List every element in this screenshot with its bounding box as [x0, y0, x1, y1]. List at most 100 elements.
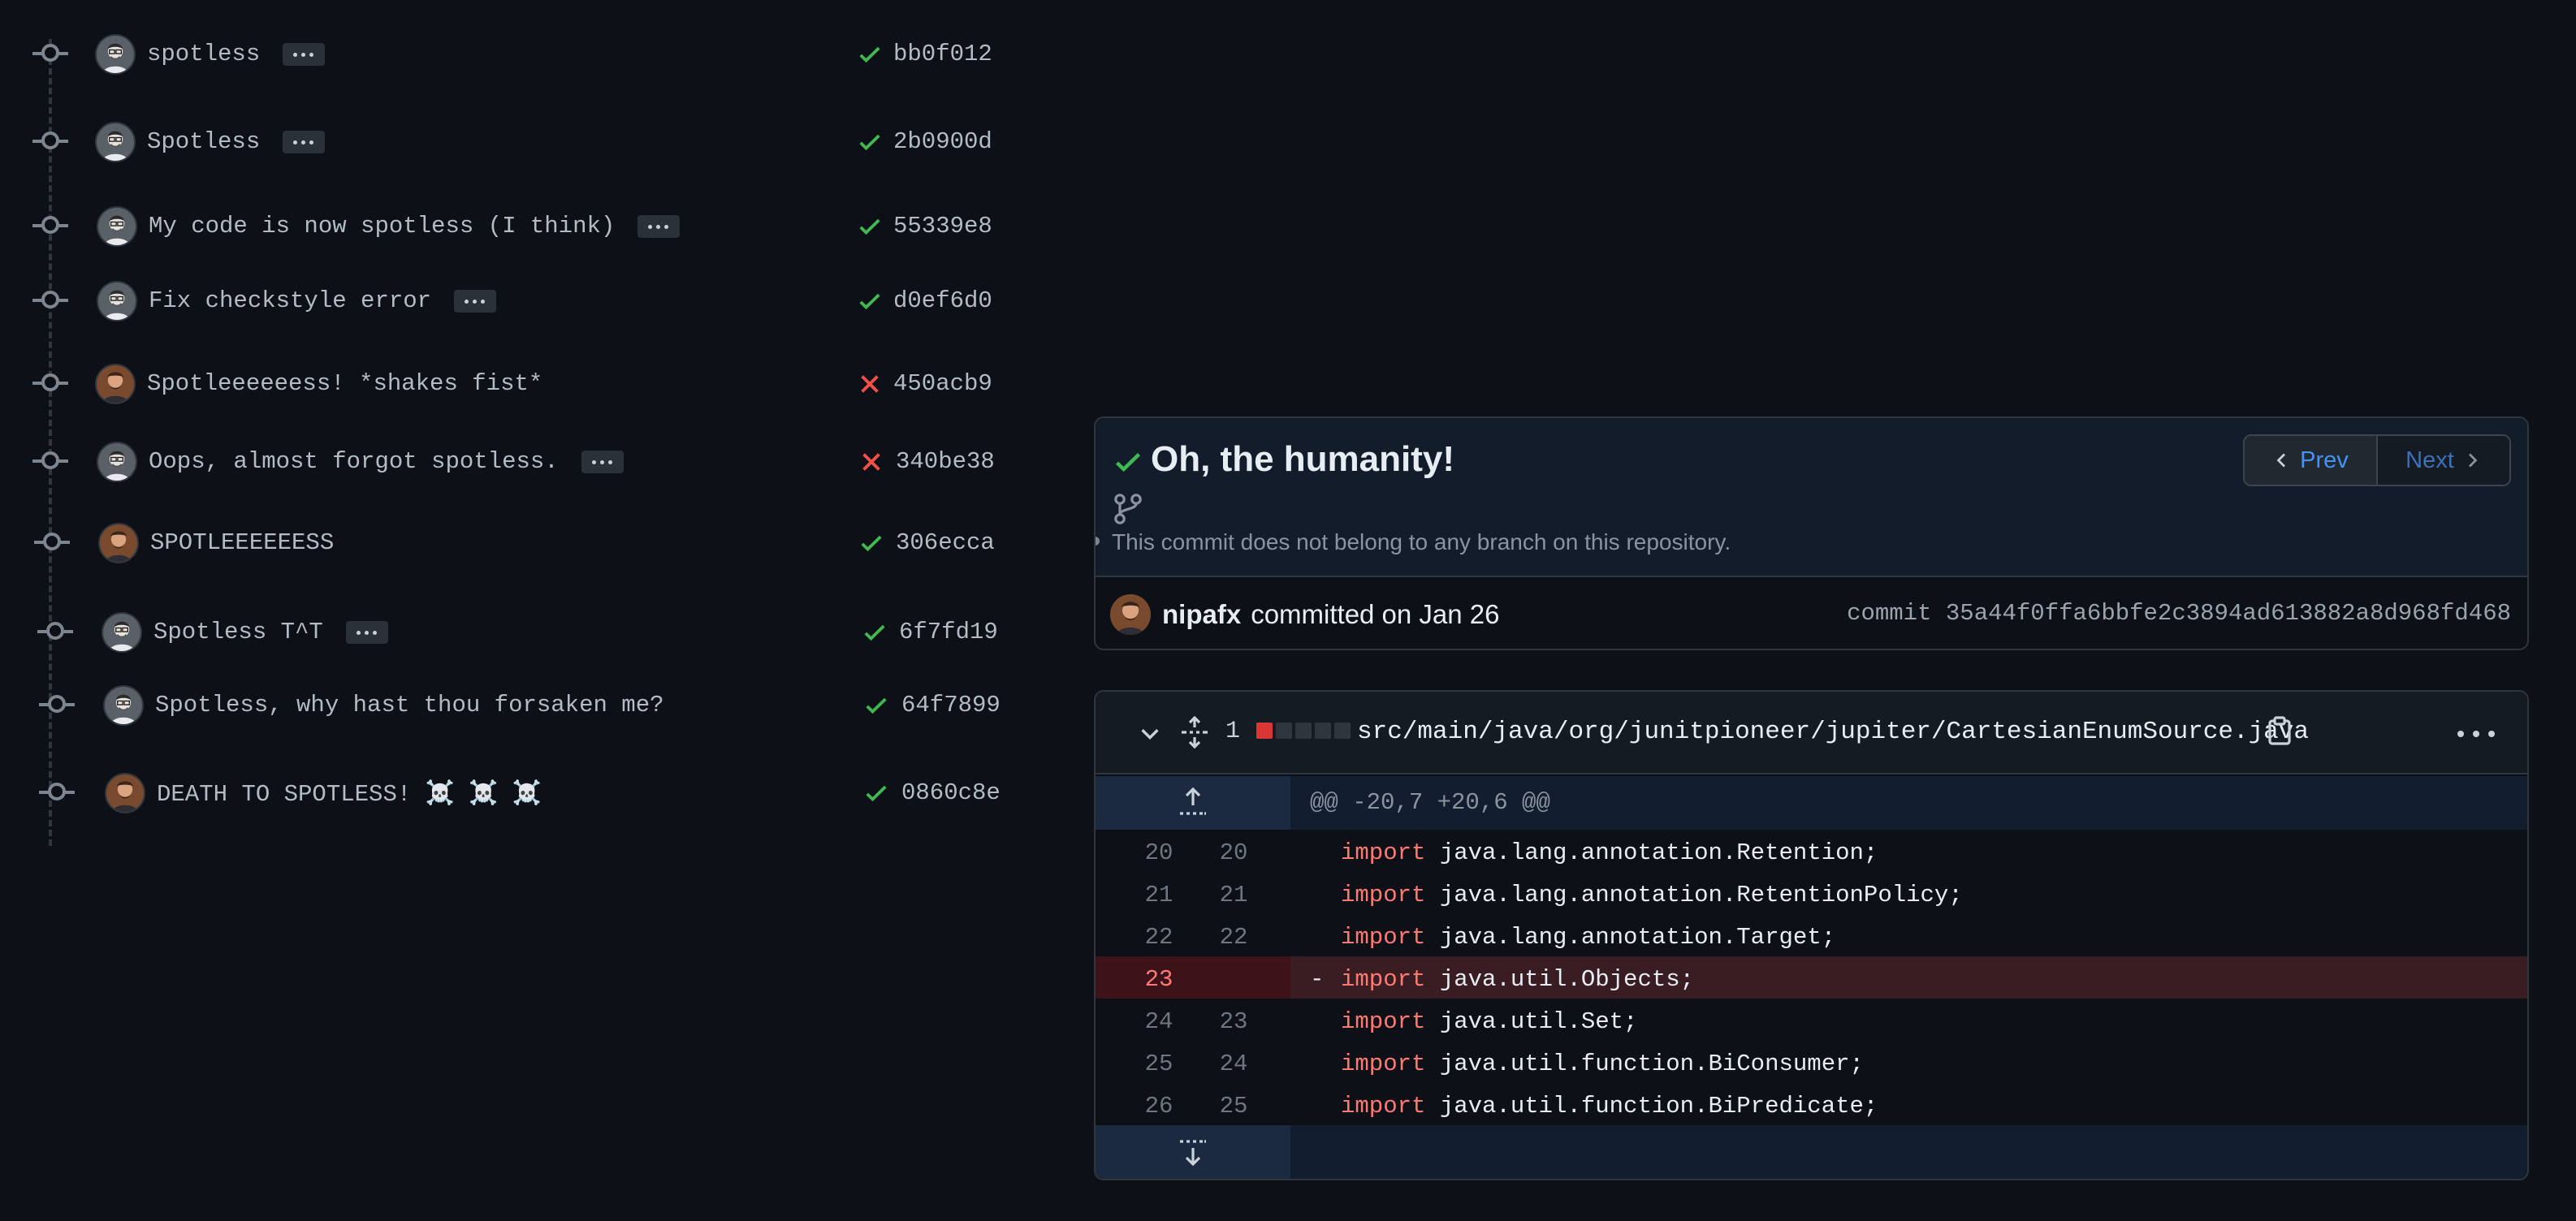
avatar[interactable] [97, 281, 137, 321]
commit-row[interactable]: DEATH TO SPOTLESS! ☠️ ☠️ ☠️ 0860c8e [0, 768, 1023, 817]
commit-row[interactable]: My code is now spotless (I think) 55339e8 [0, 201, 1023, 250]
commit-sha[interactable]: 450acb9 [893, 370, 992, 397]
expand-message-button[interactable] [581, 450, 624, 473]
commit-hash: commit 35a44f0ffa6bbfe2c3894ad613882a8d9… [1847, 600, 2511, 627]
commit-message[interactable]: Spotless T^T [153, 619, 388, 645]
unfold-icon[interactable] [1180, 716, 1209, 749]
old-line-number[interactable]: 23 [1126, 966, 1191, 993]
avatar[interactable] [95, 364, 136, 404]
new-line-number[interactable]: 25 [1201, 1093, 1266, 1120]
check-icon[interactable] [862, 620, 887, 645]
hunk-footer [1096, 1125, 2527, 1179]
avatar[interactable] [105, 773, 145, 813]
commit-sha[interactable]: d0ef6d0 [893, 287, 992, 314]
commit-message[interactable]: Oops, almost forgot spotless. [149, 448, 624, 475]
commit-row[interactable]: spotless bb0f012 [0, 29, 1023, 78]
commit-row[interactable]: Spotless, why hast thou forsaken me? 64f7… [0, 680, 1023, 729]
expand-down-button[interactable] [1096, 1125, 1290, 1179]
new-line-number[interactable]: 23 [1201, 1008, 1266, 1035]
diff-line-context[interactable]: 20 20 import java.lang.annotation.Retentio… [1096, 830, 2527, 872]
commit-message[interactable]: SPOTLEEEEEESS [150, 529, 334, 556]
x-icon[interactable] [859, 450, 884, 474]
diff-sign: - [1310, 966, 1325, 993]
check-icon[interactable] [864, 781, 888, 805]
prev-button[interactable]: Prev [2245, 436, 2376, 485]
commit-sha[interactable]: 0860c8e [901, 779, 1001, 806]
commit-message[interactable]: My code is now spotless (I think) [149, 213, 681, 239]
author-row: nipafx committed on Jan 26 [1110, 592, 1500, 637]
author-name[interactable]: nipafx [1162, 599, 1241, 630]
diff-line-context[interactable]: 24 23 import java.util.Set; [1096, 999, 2527, 1041]
expand-message-button[interactable] [283, 130, 326, 153]
commit-message[interactable]: Fix checkstyle error [149, 287, 497, 314]
diffstat [1256, 723, 1351, 739]
commit-message[interactable]: DEATH TO SPOTLESS! ☠️ ☠️ ☠️ [157, 779, 542, 808]
kebab-icon[interactable] [2457, 731, 2495, 739]
expand-message-button[interactable] [638, 214, 681, 238]
expand-message-button[interactable] [454, 289, 497, 313]
commit-row[interactable]: Spotleeeeeess! *shakes fist* 450acb9 [0, 359, 1023, 408]
avatar[interactable] [95, 122, 136, 162]
commit-sha[interactable]: 64f7899 [901, 692, 1001, 718]
avatar[interactable] [1110, 594, 1151, 635]
x-icon[interactable] [858, 372, 882, 396]
old-line-number[interactable]: 24 [1126, 1008, 1191, 1035]
new-line-number[interactable]: 22 [1201, 924, 1266, 951]
commit-message[interactable]: spotless [147, 41, 326, 67]
old-line-number[interactable]: 25 [1126, 1051, 1191, 1077]
diff-line-deleted[interactable]: 23 - import java.util.Objects; [1096, 956, 2527, 999]
diffstat-deletion [1256, 723, 1273, 739]
avatar[interactable] [95, 34, 136, 75]
commit-row[interactable]: Spotless T^T 6f7fd19 [0, 607, 1023, 656]
check-icon[interactable] [858, 42, 882, 67]
check-icon[interactable] [858, 130, 882, 154]
avatar[interactable] [102, 612, 142, 653]
avatar[interactable] [97, 442, 137, 482]
commit-message-text: My code is now spotless (I think) [149, 213, 616, 239]
code-rest: java.lang.annotation.Target; [1425, 924, 1836, 951]
new-line-number[interactable]: 20 [1201, 839, 1266, 866]
commit-sha[interactable]: 6f7fd19 [899, 619, 998, 645]
commit-message[interactable]: Spotleeeeeess! *shakes fist* [147, 370, 542, 397]
commit-sha[interactable]: 55339e8 [893, 213, 992, 239]
new-line-number[interactable]: 21 [1201, 882, 1266, 908]
expand-up-button[interactable] [1096, 776, 1290, 830]
file-diff-panel: 1 src/main/java/org/junitpioneer/jupiter… [1094, 690, 2529, 1180]
commit-row[interactable]: Oops, almost forgot spotless. 340be38 [0, 437, 1023, 485]
commit-sha[interactable]: bb0f012 [893, 41, 992, 67]
commit-message[interactable]: Spotless [147, 128, 326, 155]
old-line-number[interactable]: 22 [1126, 924, 1191, 951]
commit-row[interactable]: Spotless 2b0900d [0, 117, 1023, 166]
old-line-number[interactable]: 20 [1126, 839, 1191, 866]
old-line-number[interactable]: 26 [1126, 1093, 1191, 1120]
commit-detail-panel: Oh, the humanity! This commit does not b… [1094, 416, 2529, 650]
new-line-number[interactable]: 24 [1201, 1051, 1266, 1077]
diff-line-context[interactable]: 26 25 import java.util.function.BiPredicat… [1096, 1083, 2527, 1125]
commit-sha[interactable]: 340be38 [896, 448, 995, 475]
expand-message-button[interactable] [345, 620, 388, 644]
next-button[interactable]: Next [2376, 436, 2509, 485]
old-line-number[interactable]: 21 [1126, 882, 1191, 908]
check-icon[interactable] [859, 531, 884, 555]
avatar[interactable] [97, 206, 137, 247]
diff-line-context[interactable]: 25 24 import java.util.function.BiConsumer… [1096, 1041, 2527, 1083]
commit-row[interactable]: SPOTLEEEEEESS 306ecca [0, 518, 1023, 567]
commit-sha[interactable]: 306ecca [896, 529, 995, 556]
avatar[interactable] [103, 685, 144, 726]
diff-line-context[interactable]: 21 21 import java.lang.annotation.Retentio… [1096, 872, 2527, 914]
commit-sha[interactable]: 2b0900d [893, 128, 992, 155]
check-icon[interactable] [858, 214, 882, 239]
check-icon[interactable] [864, 693, 888, 718]
expand-message-button[interactable] [283, 42, 326, 66]
commit-row[interactable]: Fix checkstyle error d0ef6d0 [0, 276, 1023, 325]
check-icon[interactable] [858, 289, 882, 313]
commit-message[interactable]: Spotless, why hast thou forsaken me? [155, 692, 664, 718]
commit-node-icon [32, 216, 68, 235]
code-keyword: import [1341, 1093, 1426, 1120]
avatar[interactable] [98, 523, 139, 563]
chevron-down-icon[interactable] [1138, 721, 1162, 745]
file-path[interactable]: src/main/java/org/junitpioneer/jupiter/C… [1357, 718, 2309, 746]
commit-node-icon [34, 533, 70, 552]
diff-line-context[interactable]: 22 22 import java.lang.annotation.Target; [1096, 914, 2527, 956]
copy-icon[interactable] [2267, 714, 2293, 747]
